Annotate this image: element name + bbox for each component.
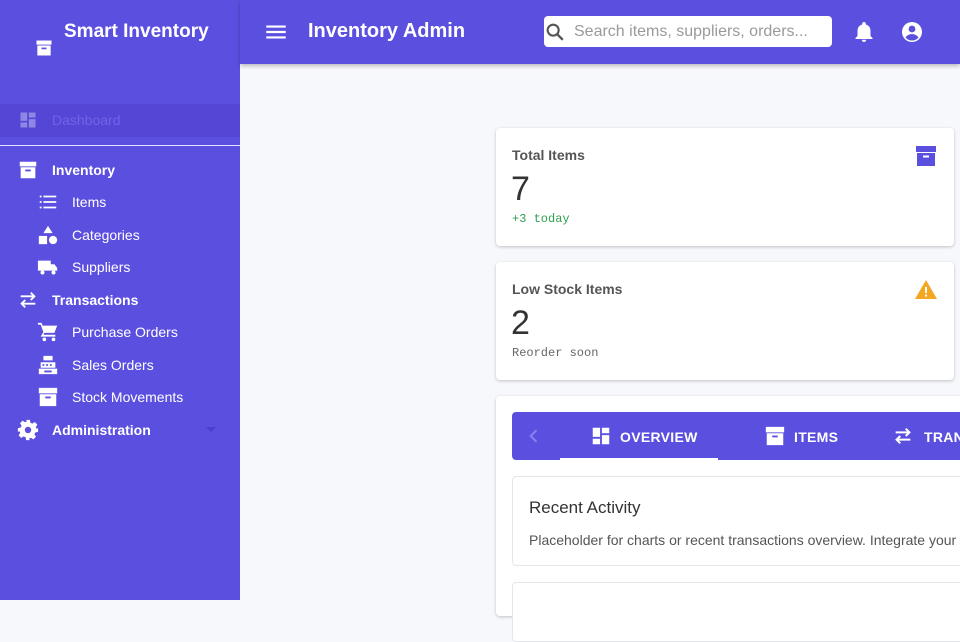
stat-card-low-stock: Low Stock Items 2 Reorder soon [496,262,954,380]
sidebar-item-inventory[interactable]: Inventory [0,154,240,186]
archive-icon [38,387,58,407]
sidebar-item-label: Purchase Orders [72,324,178,340]
sidebar-item-label: Stock Movements [72,389,184,405]
sidebar-item-sales-orders[interactable]: Sales Orders [0,349,240,381]
stat-subtext: Reorder soon [512,346,599,360]
archive-icon [36,40,52,56]
tab-transactions[interactable]: TRANSACTIONS [868,412,960,460]
menu-icon[interactable] [262,19,290,45]
recent-activity-panel: Recent Activity Placeholder for charts o… [512,476,960,566]
sidebar-item-stock-movements[interactable]: Stock Movements [0,381,240,413]
tab-label: ITEMS [794,429,839,445]
stat-value: 2 [511,304,530,342]
sidebar-item-label: Categories [72,227,140,243]
sidebar: Smart Inventory Dashboard Inventory Item… [0,0,240,600]
sidebar-item-items[interactable]: Items [0,186,240,218]
stat-title: Low Stock Items [512,281,623,297]
sidebar-item-label: Sales Orders [72,357,154,373]
sidebar-item-purchase-orders[interactable]: Purchase Orders [0,316,240,348]
truck-icon [37,260,58,275]
sidebar-item-label: Administration [52,422,151,438]
stat-value: 7 [511,170,530,208]
swap-icon [20,292,36,308]
archive-icon [765,426,785,446]
shapes-icon [38,225,58,245]
panel-text: Placeholder for charts or recent transac… [529,532,957,548]
account-icon[interactable] [900,20,924,44]
page-title: Inventory Admin [308,20,466,42]
dashboard-icon [20,112,36,128]
gear-icon [17,419,39,441]
active-tab-indicator [560,458,718,460]
sidebar-item-label: Dashboard [52,112,121,128]
sidebar-item-label: Items [72,194,107,210]
archive-icon [19,161,37,179]
tab-items[interactable]: ITEMS [718,412,868,460]
sidebar-item-administration[interactable]: Administration [0,414,240,446]
top-app-bar: Inventory Admin [240,0,960,64]
stat-title: Total Items [512,147,585,163]
sidebar-item-categories[interactable]: Categories [0,219,240,251]
tab-label: TRANSACTIONS [924,429,960,445]
sidebar-item-dashboard[interactable]: Dashboard [0,104,240,137]
list-icon [39,195,57,209]
search-box[interactable] [544,16,832,47]
tab-label: OVERVIEW [620,429,698,445]
bell-icon[interactable] [852,20,876,44]
secondary-panel [512,582,960,642]
tab-bar: OVERVIEW ITEMS TRANSACTIONS [512,412,960,460]
archive-icon [916,146,936,166]
sidebar-item-label: Inventory [52,162,116,178]
brand-name: Smart Inventory [64,21,209,42]
cart-icon [37,322,58,342]
sidebar-item-label: Suppliers [72,259,131,275]
brand[interactable]: Smart Inventory [0,0,240,104]
tab-overview[interactable]: OVERVIEW [560,412,718,460]
sidebar-item-transactions[interactable]: Transactions [0,284,240,316]
stat-card-total-items: Total Items 7 +3 today [496,128,954,246]
search-input[interactable] [574,16,826,47]
chevron-left-icon[interactable] [524,426,544,446]
panel-heading: Recent Activity [529,498,641,517]
swap-icon [895,427,911,445]
sidebar-item-suppliers[interactable]: Suppliers [0,251,240,283]
dashboard-icon [592,427,610,445]
stat-subtext: +3 today [512,212,570,226]
warning-icon [915,280,937,299]
tabs-card: OVERVIEW ITEMS TRANSACTIONS Recent Activ… [496,396,960,642]
chevron-down-icon[interactable] [206,427,216,432]
sidebar-item-label: Transactions [52,292,139,308]
register-icon [38,355,58,375]
divider [0,145,240,146]
search-icon [546,23,564,41]
